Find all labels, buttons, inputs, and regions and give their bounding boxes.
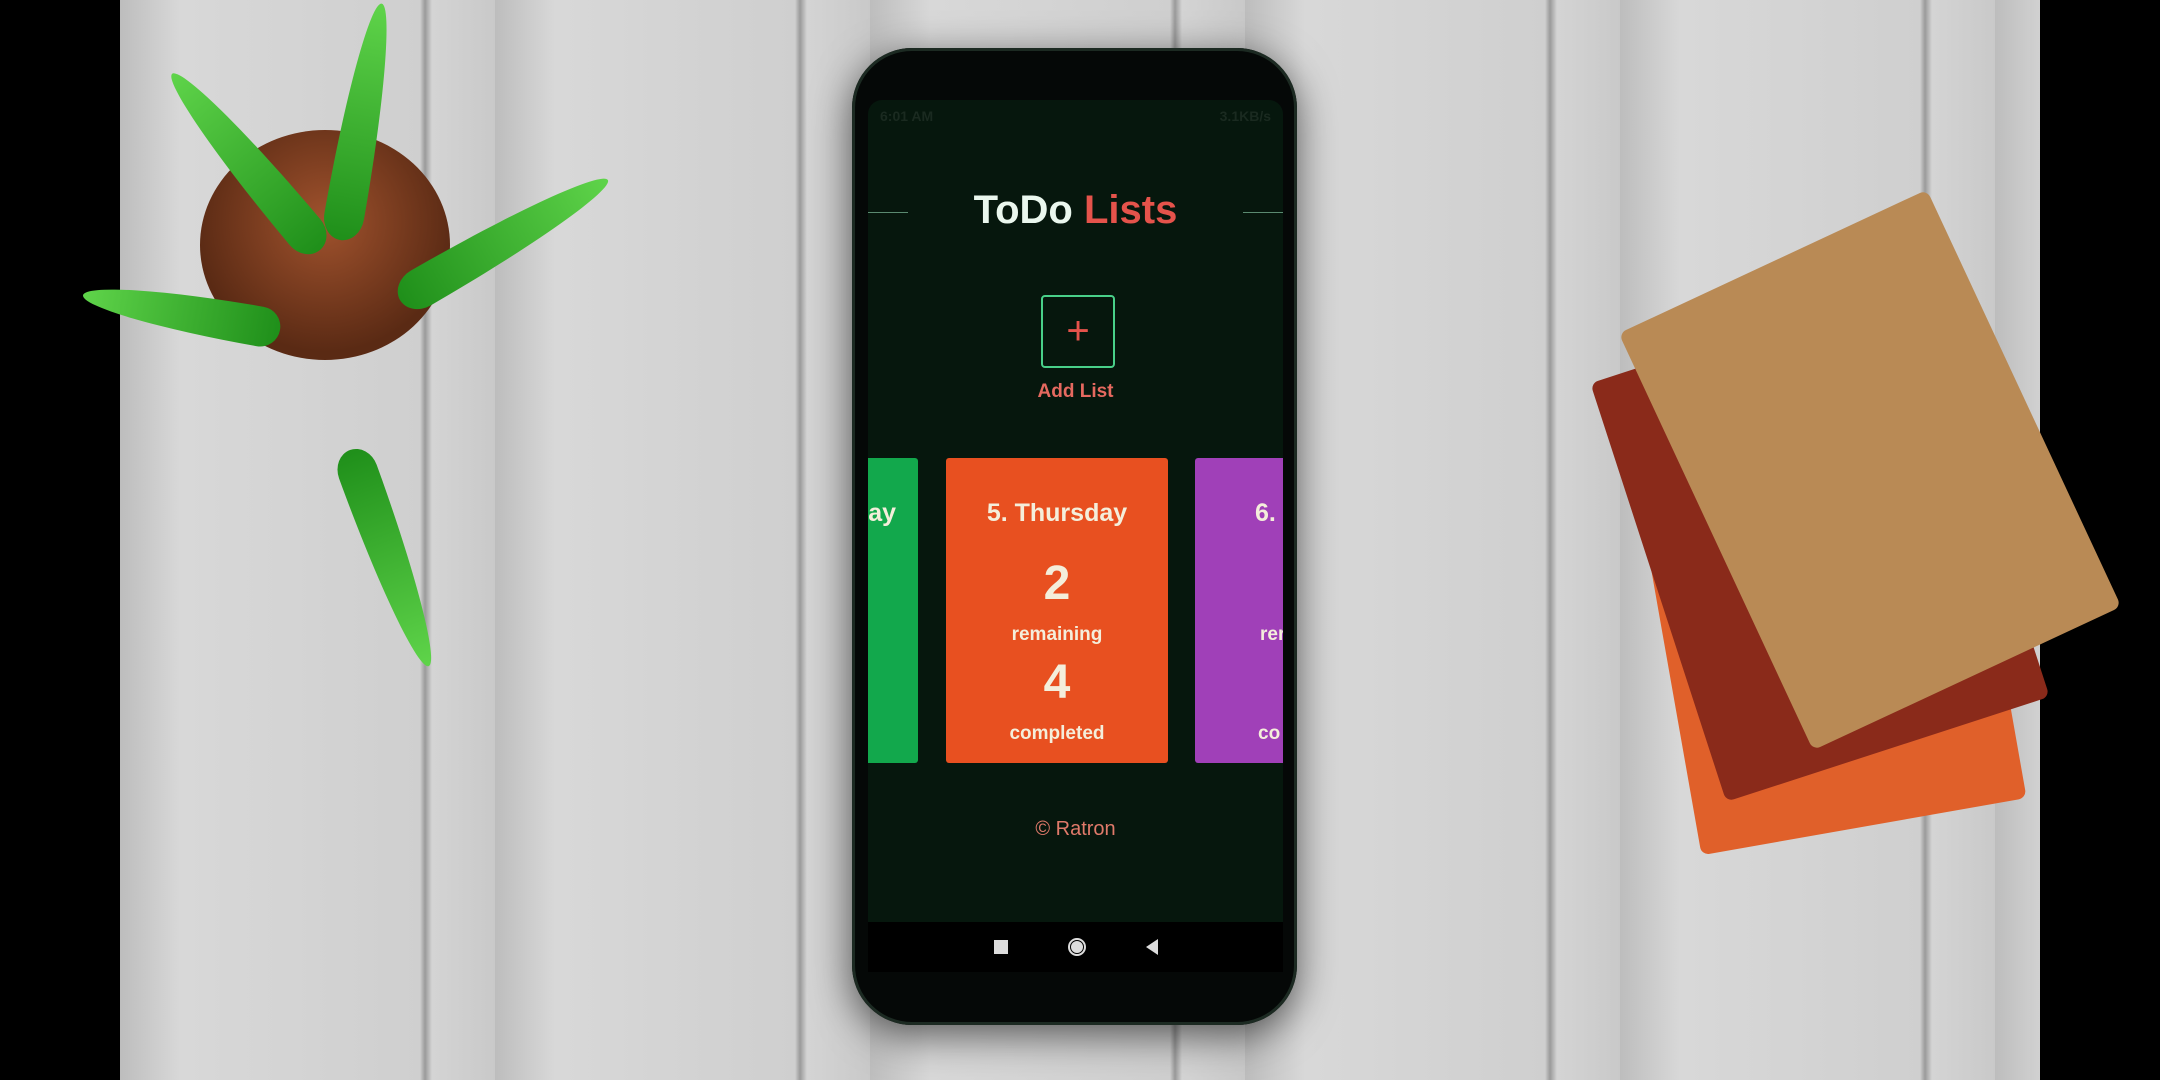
- plus-icon: +: [1066, 309, 1090, 353]
- app-screen: 6:01 AM 3.1KB/s ToDo Lists + Add List ay…: [868, 100, 1283, 972]
- status-time: 6:01 AM: [880, 108, 934, 124]
- remaining-label: rer: [1260, 624, 1283, 645]
- home-icon[interactable]: [1067, 938, 1086, 956]
- remaining-label: remaining: [1011, 624, 1103, 645]
- list-card-thursday[interactable]: 5. Thursday 2 remaining 4 completed: [946, 458, 1168, 763]
- card-title: 6.: [1255, 499, 1276, 527]
- title-lists: Lists: [1083, 188, 1178, 232]
- list-card-friday[interactable]: 6. rer co: [1195, 458, 1283, 763]
- list-card-wednesday[interactable]: ay: [868, 458, 918, 763]
- card-title: ay: [868, 499, 896, 527]
- status-net-speed: 3.1KB/s: [1219, 108, 1271, 124]
- page-title: ToDo Lists: [868, 188, 1283, 233]
- back-icon[interactable]: [1145, 939, 1158, 955]
- remaining-count: 2: [1043, 557, 1071, 610]
- card-title: 5. Thursday: [986, 499, 1128, 527]
- completed-label: co: [1258, 723, 1281, 744]
- recent-apps-icon[interactable]: [993, 940, 1008, 954]
- completed-count: 4: [1043, 656, 1071, 709]
- completed-label: completed: [1009, 723, 1105, 744]
- copyright-footer: © Ratron: [1035, 818, 1116, 840]
- add-list-button[interactable]: +: [1041, 295, 1115, 368]
- status-bar: 6:01 AM 3.1KB/s: [880, 108, 1271, 128]
- title-todo: ToDo: [973, 188, 1073, 232]
- add-list-label: Add List: [1037, 381, 1114, 402]
- navigation-bar: [868, 922, 1283, 972]
